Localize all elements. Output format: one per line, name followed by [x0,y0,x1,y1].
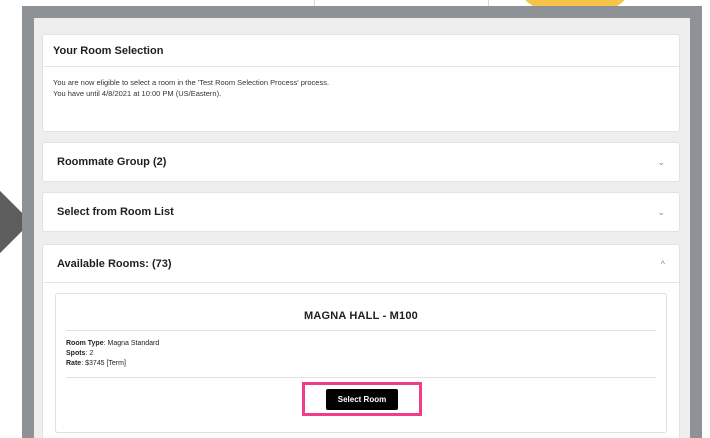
rate-row: Rate: $3745 [Term] [66,359,666,369]
eligibility-text: You are now eligible to select a room in… [53,78,330,87]
spots-row: Spots: 2 [66,349,666,359]
available-rooms-accordion: Available Rooms: (73) ^ MAGNA HALL - M10… [42,244,680,438]
chevron-up-icon[interactable]: ^ [661,259,665,269]
accordion-label: Available Rooms: (73) [57,257,172,270]
spots-value: : 2 [85,350,94,357]
room-type-value: : Magna Standard [103,340,160,347]
divider [66,377,656,378]
highlight-box: Select Room [302,382,422,416]
room-selection-panel: Your Room Selection You are now eligible… [34,18,690,438]
room-selection-card: Your Room Selection You are now eligible… [42,34,680,132]
room-list-accordion[interactable]: Select from Room List ⌄ [42,192,680,232]
room-card: MAGNA HALL - M100 Room Type: Magna Stand… [55,293,667,433]
spots-label: Spots [66,350,86,357]
accordion-label: Roommate Group (2) [57,156,167,168]
deadline-text: You have until 4/8/2021 at 10:00 PM (US/… [53,89,222,98]
room-list-header[interactable]: Select from Room List ⌄ [43,193,679,231]
roommate-group-accordion[interactable]: Roommate Group (2) ⌄ [42,142,680,182]
room-details: Room Type: Magna Standard Spots: 2 Rate:… [56,331,666,369]
chevron-down-icon[interactable]: ⌄ [657,207,665,218]
room-selection-title: Your Room Selection [43,35,679,67]
rate-label: Rate [66,360,82,367]
select-room-button[interactable]: Select Room [325,388,399,410]
accordion-label: Select from Room List [57,206,174,218]
available-rooms-header[interactable]: Available Rooms: (73) ^ [43,245,679,283]
room-title: MAGNA HALL - M100 [303,310,419,322]
chevron-down-icon[interactable]: ⌄ [657,157,665,168]
room-type-row: Room Type: Magna Standard [66,339,666,349]
room-selection-info: You are now eligible to select a room in… [43,67,679,99]
room-type-label: Room Type [66,340,104,347]
rate-value: : $3745 [Term] [81,360,126,367]
roommate-group-header[interactable]: Roommate Group (2) ⌄ [43,143,679,181]
